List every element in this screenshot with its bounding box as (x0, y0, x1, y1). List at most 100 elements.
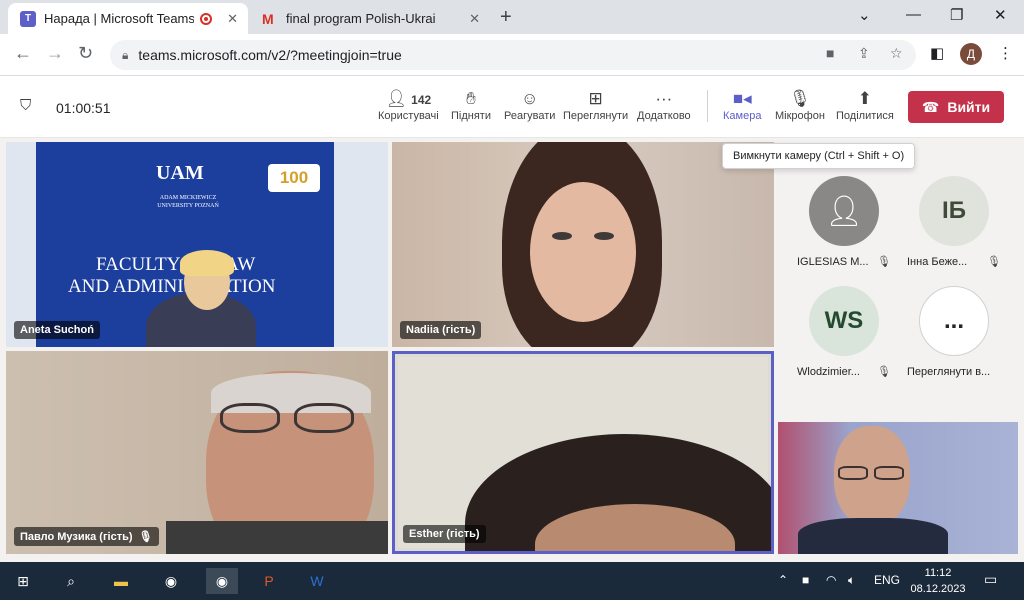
person-hair (180, 250, 234, 276)
person-shirt (166, 521, 388, 554)
participant-panel: 👤︎ IGLESIAS M... 🎙︎ ІБ Інна Беже... 🎙︎ W… (778, 142, 1024, 418)
meeting-toolbar: ⛉ 01:00:51 👤︎ 142 Користувачі ✋︎ Підняти … (0, 76, 1024, 138)
mic-off-icon: 🎙︎ (987, 256, 1001, 268)
reload-icon[interactable]: ↻ (78, 43, 93, 64)
tab-gmail[interactable]: M final program Polish-Ukrainian c ✕ (250, 3, 490, 34)
raise-hand-button[interactable]: ✋︎ Підняти (451, 88, 491, 122)
word-icon[interactable]: W (304, 568, 330, 594)
tile-name: Esther (гість) (409, 528, 480, 540)
person-jacket (798, 518, 948, 554)
meeting-timer: 01:00:51 (56, 100, 111, 116)
shield-icon[interactable]: ⛉ (20, 97, 31, 114)
smile-icon: ☺ (521, 89, 539, 108)
side-panel-icon[interactable]: ◧ (930, 44, 944, 62)
react-button[interactable]: ☺ Реагувати (504, 88, 555, 122)
camera-button[interactable]: ■◂ Камера (723, 88, 761, 122)
participant-name: Інна Беже... (907, 256, 968, 268)
tile-name-chip: Nadiia (гість) (400, 321, 482, 339)
leave-label: Вийти (947, 99, 991, 115)
toolbar-divider (707, 90, 708, 122)
clock-date: 08.12.2023 (910, 583, 966, 595)
people-button[interactable]: 👤︎ 142 Користувачі (378, 88, 439, 122)
raise-hand-label: Підняти (451, 110, 491, 122)
close-tab-icon[interactable]: ✕ (227, 11, 238, 27)
camera-tooltip: Вимкнути камеру (Ctrl + Shift + O) (722, 143, 916, 169)
search-icon[interactable]: ⌕ (58, 568, 84, 594)
wifi-icon[interactable]: ◠ (826, 573, 836, 587)
chevron-up-icon[interactable]: ⌃ (778, 573, 788, 587)
file-explorer-icon[interactable]: ▬ (108, 568, 134, 594)
view-button[interactable]: ⊞ Переглянути (563, 88, 628, 122)
windows-start-icon[interactable]: ⊞ (10, 568, 36, 594)
phone-hangup-icon: ☎ (921, 98, 940, 115)
leave-button[interactable]: ☎ Вийти (908, 91, 1004, 123)
address-bar[interactable]: 🔒︎ teams.microsoft.com/v2/?meetingjoin=t… (110, 40, 916, 70)
tile-name-chip: Esther (гість) (403, 525, 486, 543)
tab-teams[interactable]: T Нарада | Microsoft Teams ✕ (8, 3, 248, 34)
video-tile[interactable]: UAM ADAM MICKIEWICZ UNIVERSITY POZNAŃ 10… (6, 142, 388, 347)
more-label: Додатково (637, 110, 691, 122)
view-all-label[interactable]: Переглянути в... (907, 366, 990, 378)
clock-time: 11:12 (924, 567, 952, 579)
participant-count: 142 (411, 93, 432, 107)
camera-tray-icon[interactable]: ■ (802, 573, 809, 587)
tab-title: Нарада | Microsoft Teams (44, 11, 194, 26)
powerpoint-icon[interactable]: P (256, 568, 282, 594)
mic-off-icon: 🎙︎ (877, 366, 891, 378)
back-icon[interactable]: ← (14, 43, 32, 64)
mic-off-icon: 🎙︎ (877, 256, 891, 268)
volume-icon[interactable]: 🔈︎ (848, 573, 855, 588)
view-all-button[interactable]: ... (919, 286, 989, 356)
language-indicator[interactable]: ENG (874, 573, 900, 587)
close-window-icon[interactable]: ✕ (994, 6, 1007, 24)
avatar[interactable]: 👤︎ (809, 176, 879, 246)
tab-search-icon[interactable]: ⌄ (858, 6, 871, 24)
video-tile-active[interactable]: Esther (гість) (392, 351, 774, 554)
browser-tab-strip: T Нарада | Microsoft Teams ✕ M final pro… (0, 0, 1024, 34)
profile-avatar[interactable]: Д (960, 43, 982, 65)
share-label: Поділитися (836, 110, 894, 122)
glasses-lens (874, 466, 904, 480)
notifications-icon[interactable]: ▭ (984, 571, 997, 588)
camera-in-use-icon[interactable]: ■ (826, 45, 834, 61)
system-clock[interactable]: 11:12 08.12.2023 (908, 565, 968, 597)
raise-hand-icon: ✋︎ (466, 89, 476, 108)
video-tile[interactable]: Nadiia (гість) (392, 142, 774, 347)
avatar-initials: ІБ (942, 197, 966, 224)
tile-name: Павло Музика (гість) (20, 530, 133, 543)
browser-menu-icon[interactable]: ⋮ (998, 44, 1013, 62)
mic-button[interactable]: 🎙︎ Мікрофон (775, 88, 825, 122)
browser-toolbar: ← → ↻ 🔒︎ teams.microsoft.com/v2/?meeting… (0, 34, 1024, 76)
avatar[interactable]: WS (809, 286, 879, 356)
new-tab-icon[interactable]: + (500, 6, 512, 29)
person-placeholder-icon: 👤︎ (824, 194, 864, 228)
share-page-icon[interactable]: ⇪ (858, 45, 870, 62)
glasses-lens (838, 466, 868, 480)
chrome-profile-icon[interactable]: ◉ (206, 568, 238, 594)
person-eye (594, 232, 614, 240)
more-icon: ... (943, 307, 964, 334)
close-tab-icon[interactable]: ✕ (469, 11, 480, 27)
minimize-icon[interactable]: — (906, 6, 921, 23)
lock-icon: 🔒︎ (122, 47, 129, 62)
more-icon: ··· (655, 89, 673, 108)
teams-icon: T (20, 10, 36, 27)
avatar-initials: WS (824, 307, 864, 334)
restore-icon[interactable]: ❐ (950, 6, 963, 24)
windows-taskbar: ⊞ ⌕ ▬ ◉ ◉ P W ⌃ ■ ◠ 🔈︎ ENG 11:12 08.12.2… (0, 562, 1024, 600)
forward-icon[interactable]: → (46, 43, 64, 64)
glasses-lens (220, 403, 280, 433)
bookmark-star-icon[interactable]: ☆ (890, 45, 903, 62)
avatar[interactable]: ІБ (919, 176, 989, 246)
tile-name: Nadiia (гість) (406, 324, 476, 336)
people-label: Користувачі (378, 110, 439, 122)
self-view-tile[interactable] (778, 422, 1018, 554)
chrome-icon[interactable]: ◉ (158, 568, 184, 594)
share-button[interactable]: ⬆ Поділитися (836, 88, 894, 122)
video-tile[interactable]: Павло Музика (гість) 🎙︎ (6, 351, 388, 554)
more-button[interactable]: ··· Додатково (637, 88, 691, 122)
mic-label: Мікрофон (775, 110, 825, 122)
recording-icon (200, 12, 212, 25)
tile-name-chip: Павло Музика (гість) 🎙︎ (14, 527, 159, 546)
uam-logo: UAM (156, 162, 204, 184)
